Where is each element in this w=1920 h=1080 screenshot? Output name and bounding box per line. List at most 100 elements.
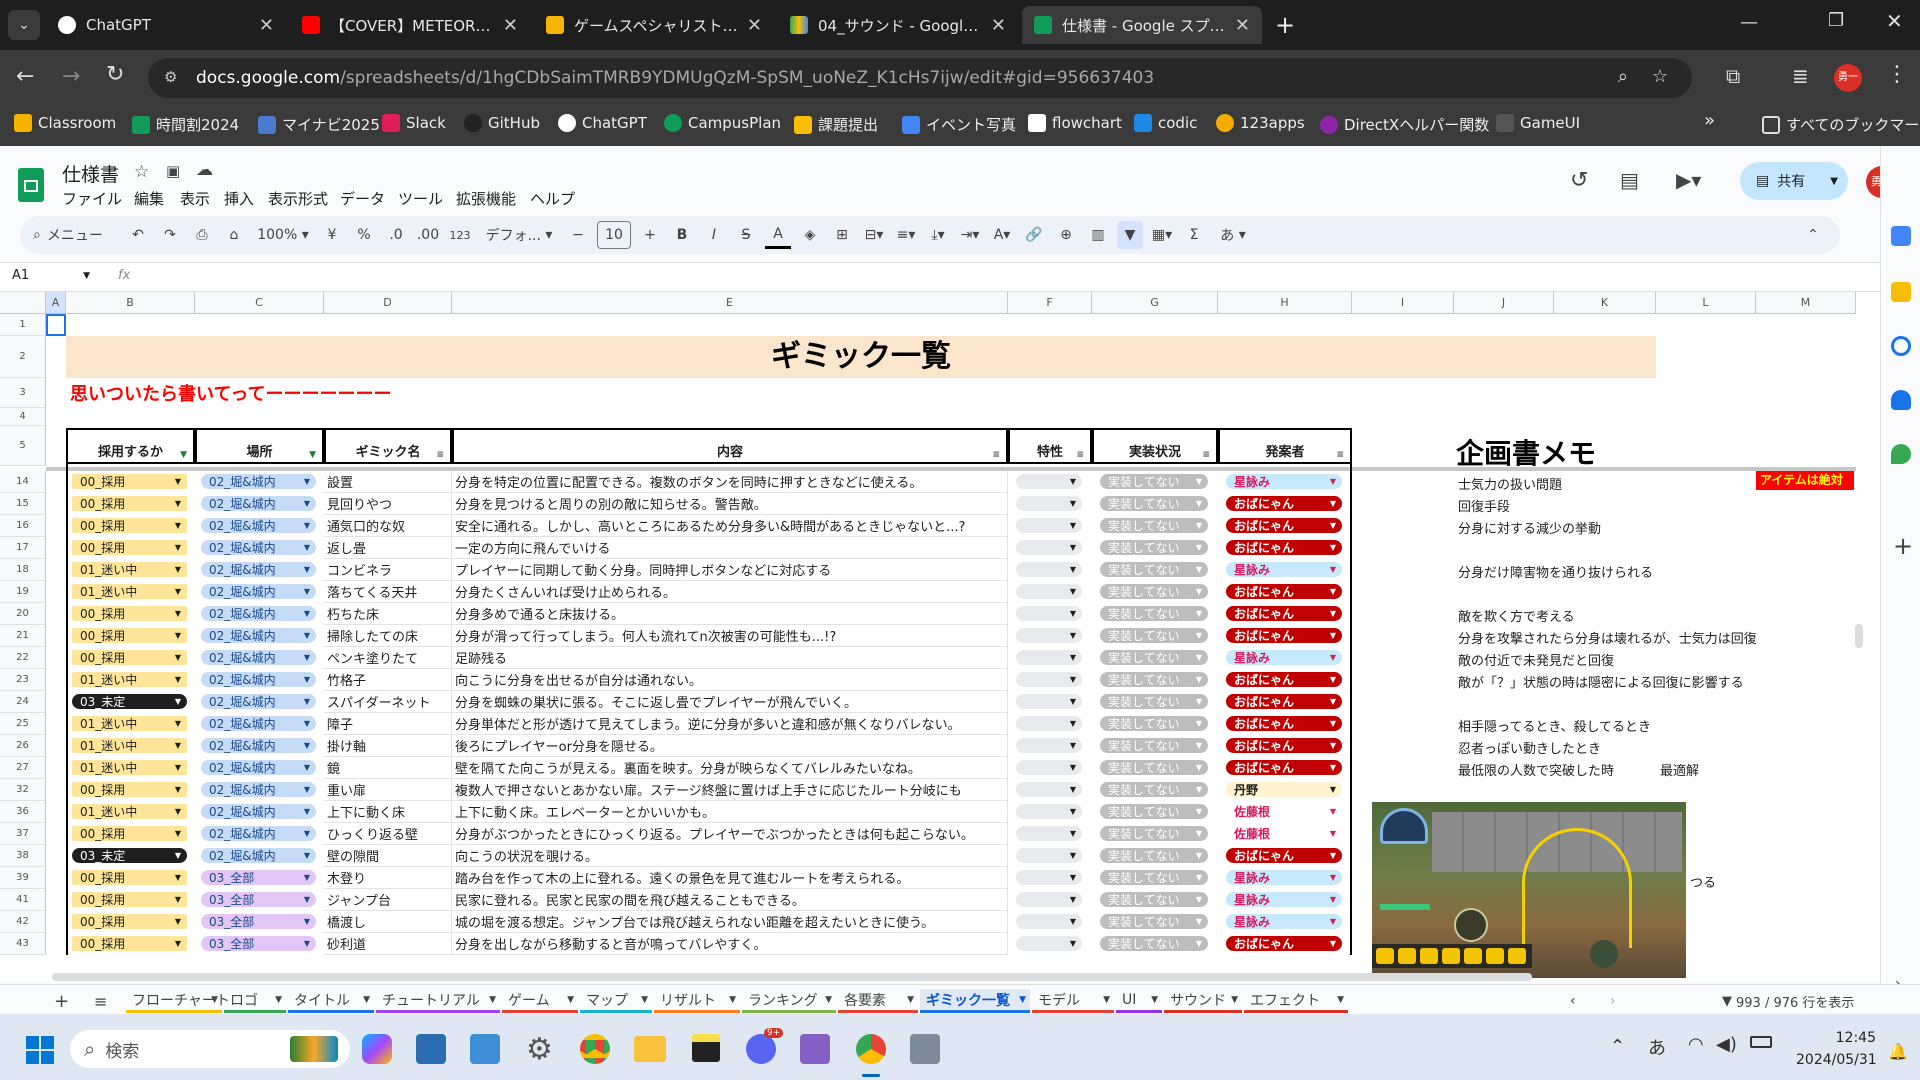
taskbar-search[interactable]: ⌕ 検索 [70, 1030, 350, 1068]
battery-icon[interactable] [1750, 1036, 1772, 1048]
close-tab-icon[interactable]: ✕ [259, 15, 274, 36]
trait-dropdown[interactable]: ▼ [1016, 628, 1082, 643]
sheet-tab[interactable]: フローチャート ▼ [126, 989, 230, 1013]
status-dropdown[interactable]: 実装してない ▼ [1100, 848, 1208, 863]
description-cell[interactable]: 壁を隔てた向こうが見える。裏面を映す。分身が映らなくてバレルみたいなね。 [452, 757, 1008, 779]
author-dropdown[interactable]: おばにゃん ▼ [1226, 518, 1342, 533]
row-header[interactable]: 2 [0, 336, 46, 378]
adopt-dropdown[interactable]: 01_迷い中 ▼ [72, 672, 187, 687]
status-dropdown[interactable]: 実装してない ▼ [1100, 650, 1208, 665]
extensions-icon[interactable]: ⧉ [1726, 64, 1740, 88]
adopt-dropdown[interactable]: 00_採用 ▼ [72, 914, 187, 929]
gimmick-name-cell[interactable]: 朽ちた床 [324, 603, 452, 625]
sheet-tab[interactable]: ゲーム ▼ [502, 989, 578, 1013]
font-select[interactable]: デフォ... ▾ [479, 221, 559, 249]
column-header-i[interactable]: I [1352, 292, 1454, 314]
status-dropdown[interactable]: 実装してない ▼ [1100, 804, 1208, 819]
gimmick-name-cell[interactable]: 通気口的な奴 [324, 515, 452, 537]
vertical-scrollbar[interactable] [1854, 476, 1864, 956]
row-header[interactable]: 4 [0, 408, 46, 426]
table-row[interactable]: 01_迷い中 ▼ 02_堀&城内 ▼ 竹格子 向こうに分身を出せるが自分は通れない。 ▼ 実装… [0, 669, 1856, 691]
bookmark-classroom[interactable]: Classroom [14, 114, 116, 132]
adopt-dropdown[interactable]: 00_採用 ▼ [72, 892, 187, 907]
forward-icon[interactable]: → [62, 64, 80, 89]
adopt-dropdown[interactable]: 00_採用 ▼ [72, 474, 187, 489]
memo-cell[interactable]: 分身に対する減少の挙動 [1458, 518, 1601, 537]
browser-tab-drive[interactable]: 04_サウンド - Google ドライブ ✕ [778, 6, 1018, 44]
gimmick-name-cell[interactable]: 落ちてくる天井 [324, 581, 452, 603]
tasks-icon[interactable] [1891, 336, 1911, 356]
place-dropdown[interactable]: 02_堀&城内 ▼ [201, 562, 316, 577]
widgets-icon[interactable] [416, 1034, 446, 1064]
site-info-icon[interactable]: ⚙ [164, 68, 177, 86]
currency-button[interactable]: ¥ [319, 221, 345, 249]
place-dropdown[interactable]: 03_全部 ▼ [201, 936, 316, 951]
description-cell[interactable]: 複数人で押さないとあかない扉。ステージ終盤に置けば上手さに応じたルート分岐にも [452, 779, 1008, 801]
undo-icon[interactable]: ↶ [125, 221, 151, 249]
sheet-tab[interactable]: 各要素 ▼ [838, 989, 918, 1013]
browser-menu-icon[interactable]: ⋮ [1886, 62, 1908, 87]
memo-cell[interactable]: 相手隠ってるとき、殺してるとき [1458, 716, 1651, 735]
increase-decimal-button[interactable]: .00 [415, 221, 441, 249]
table-row[interactable]: 01_迷い中 ▼ 02_堀&城内 ▼ コンビネラ プレイヤーに同期して動く分身。同時押しボ… [0, 559, 1856, 581]
bookmark-mynavi[interactable]: マイナビ2025 [258, 114, 380, 135]
place-dropdown[interactable]: 02_堀&城内 ▼ [201, 826, 316, 841]
wifi-icon[interactable]: ◠ [1688, 1034, 1704, 1055]
game-app-icon[interactable] [910, 1034, 940, 1064]
description-cell[interactable]: 分身がぶつかったときにひっくり返る。プレイヤーでぶつかったときは何も起こらない。 [452, 823, 1008, 845]
memo-cell[interactable]: 忍者っぽい動きしたとき [1458, 738, 1601, 757]
discord-icon[interactable] [746, 1034, 776, 1064]
menu-search-button[interactable]: ⌕ メニュー [23, 221, 119, 249]
selected-cell-a1[interactable] [46, 314, 66, 336]
place-dropdown[interactable]: 02_堀&城内 ▼ [201, 672, 316, 687]
description-cell[interactable]: 上下に動く床。エレベーターとかいいかも。 [452, 801, 1008, 823]
bookmark-star-icon[interactable]: ☆ [1652, 66, 1668, 87]
trait-dropdown[interactable]: ▼ [1016, 584, 1082, 599]
place-dropdown[interactable]: 02_堀&城内 ▼ [201, 782, 316, 797]
bookmark-codic[interactable]: codic [1134, 114, 1197, 132]
close-window-icon[interactable]: ✕ [1886, 9, 1903, 33]
start-icon[interactable] [26, 1036, 54, 1064]
description-cell[interactable]: 分身たくさんいれば受け止められる。 [452, 581, 1008, 603]
input-tools-button[interactable]: あ ▾ [1213, 221, 1253, 249]
memo-cell[interactable]: 敵が「？」状態の時は隠密による回復に影響する [1458, 672, 1744, 691]
contacts-icon[interactable] [1891, 390, 1911, 410]
status-dropdown[interactable]: 実装してない ▼ [1100, 628, 1208, 643]
adopt-dropdown[interactable]: 00_採用 ▼ [72, 496, 187, 511]
chevron-down-icon[interactable]: ▼ [1830, 176, 1838, 187]
place-dropdown[interactable]: 02_堀&城内 ▼ [201, 496, 316, 511]
column-header-k[interactable]: K [1554, 292, 1656, 314]
insert-chart-icon[interactable]: ▥ [1085, 221, 1111, 249]
chrome-icon[interactable] [580, 1034, 610, 1064]
place-dropdown[interactable]: 02_堀&城内 ▼ [201, 518, 316, 533]
column-header-c[interactable]: C [195, 292, 324, 314]
trait-dropdown[interactable]: ▼ [1016, 518, 1082, 533]
adopt-dropdown[interactable]: 01_迷い中 ▼ [72, 584, 187, 599]
column-header-d[interactable]: D [324, 292, 452, 314]
table-row[interactable]: 01_迷い中 ▼ 02_堀&城内 ▼ 掛け軸 後ろにプレイヤーor分身を隠せる。 ▼ 実装して… [0, 735, 1856, 757]
status-dropdown[interactable]: 実装してない ▼ [1100, 540, 1208, 555]
gimmick-name-cell[interactable]: 砂利道 [324, 933, 452, 955]
maps-icon[interactable] [1891, 444, 1911, 464]
place-dropdown[interactable]: 02_堀&城内 ▼ [201, 760, 316, 775]
adopt-dropdown[interactable]: 00_採用 ▼ [72, 936, 187, 951]
description-cell[interactable]: 分身を特定の位置に配置できる。複数のボタンを同時に押すときなどに使える。 [452, 471, 1008, 493]
trait-dropdown[interactable]: ▼ [1016, 738, 1082, 753]
adopt-dropdown[interactable]: 00_採用 ▼ [72, 540, 187, 555]
menu-view[interactable]: 表示 [180, 188, 210, 209]
chevron-down-icon[interactable]: ▼ [729, 995, 736, 1005]
chevron-down-icon[interactable]: ▼ [1337, 995, 1344, 1005]
move-folder-icon[interactable]: ▣ [166, 162, 180, 180]
status-dropdown[interactable]: 実装してない ▼ [1100, 738, 1208, 753]
sheet-tab[interactable]: ランキング ▼ [742, 989, 836, 1013]
embedded-game-screenshot[interactable] [1372, 802, 1686, 978]
minimize-icon[interactable]: — [1740, 12, 1758, 33]
row-header[interactable]: 3 [0, 378, 46, 408]
sheet-tab[interactable]: UI ▼ [1116, 989, 1162, 1013]
filter-views-icon[interactable]: ▦▾ [1149, 221, 1175, 249]
column-header-g[interactable]: G [1092, 292, 1218, 314]
volume-icon[interactable]: ◀) [1716, 1034, 1737, 1055]
bookmark-flowchart[interactable]: flowchart [1028, 114, 1122, 132]
select-all-corner[interactable] [0, 292, 46, 314]
gimmick-name-cell[interactable]: 橋渡し [324, 911, 452, 933]
